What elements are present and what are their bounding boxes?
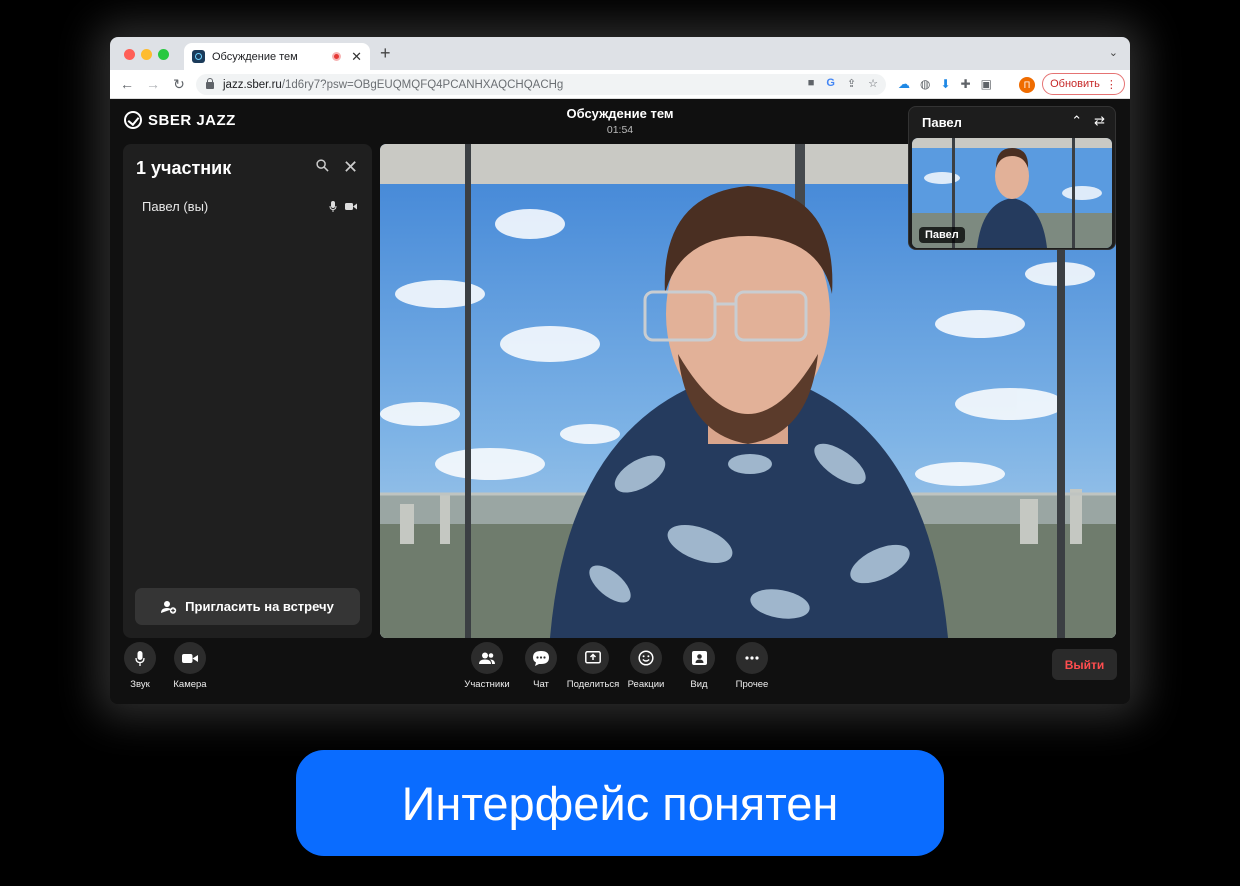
- more-control[interactable]: Прочее: [721, 642, 783, 690]
- collapse-chevron-icon[interactable]: ⌃: [1071, 113, 1082, 129]
- participants-control[interactable]: Участники: [456, 642, 518, 690]
- more-dots-icon: [745, 656, 759, 660]
- mic-icon: [329, 201, 337, 212]
- close-window-button[interactable]: [124, 49, 135, 60]
- google-icon[interactable]: G: [826, 77, 835, 90]
- lock-icon: [206, 78, 214, 89]
- chat-bubble-icon: [533, 650, 549, 666]
- self-view-label: Павел: [919, 227, 965, 243]
- invite-label: Пригласить на встречу: [185, 599, 334, 614]
- close-panel-icon[interactable]: ✕: [343, 157, 358, 178]
- layout-view-icon: [691, 651, 707, 665]
- url-path: /1d6ry7?psw=OBgEUQMQFQ4PCANHXAQCHQACHg: [281, 78, 564, 91]
- back-icon[interactable]: ←: [114, 76, 140, 92]
- invite-button[interactable]: Пригласить на встречу: [135, 588, 360, 625]
- camera-label: Камера: [173, 679, 207, 690]
- camera-permission-icon[interactable]: ■: [808, 77, 815, 90]
- maximize-window-button[interactable]: [158, 49, 169, 60]
- puzzle-extension-icon[interactable]: ✚: [961, 77, 971, 91]
- tab-bar: Обсуждение тем ✕ + ⌄: [110, 37, 1130, 70]
- participants-count: 1 участник: [136, 158, 232, 178]
- jazz-favicon-icon: [192, 50, 205, 63]
- bookmark-star-icon[interactable]: ☆: [868, 77, 878, 90]
- url-host: jazz.sber.ru: [223, 78, 282, 91]
- add-user-icon: [161, 600, 177, 614]
- recording-icon: [332, 52, 342, 61]
- cloud-extension-icon[interactable]: ☁: [898, 77, 910, 91]
- tab-title: Обсуждение тем: [212, 50, 298, 63]
- participants-label: Участники: [464, 679, 510, 690]
- address-bar: ← → ↻ jazz.sber.ru /1d6ry7?psw=OBgEUQMQF…: [110, 70, 1130, 99]
- reload-icon[interactable]: ↻: [166, 76, 192, 93]
- self-view-panel[interactable]: Павел ⌃ ⇄ Павел: [908, 106, 1116, 250]
- more-menu-icon: ⋮: [1105, 78, 1117, 91]
- screen-share-icon: [585, 651, 601, 664]
- participant-row[interactable]: Павел (вы): [142, 199, 357, 214]
- promo-banner: Интерфейс понятен: [296, 750, 944, 856]
- url-input[interactable]: jazz.sber.ru /1d6ry7?psw=OBgEUQMQFQ4PCAN…: [196, 74, 886, 95]
- globe-extension-icon[interactable]: ◍: [920, 77, 930, 91]
- people-icon: [479, 652, 495, 664]
- swap-view-icon[interactable]: ⇄: [1094, 113, 1105, 129]
- leave-button[interactable]: Выйти: [1052, 649, 1117, 680]
- participants-panel: 1 участник ✕ Павел (вы) Пригласить на вс…: [123, 144, 372, 638]
- jazz-app: SBER JAZZ Обсуждение тем 01:54 1 участни…: [110, 99, 1130, 704]
- share-icon[interactable]: ⇪: [847, 77, 856, 90]
- self-view-name: Павел: [922, 115, 962, 130]
- minimize-window-button[interactable]: [141, 49, 152, 60]
- new-tab-button[interactable]: +: [380, 43, 391, 64]
- update-label: Обновить: [1050, 78, 1100, 90]
- sidepanel-icon[interactable]: ▣: [981, 77, 992, 91]
- camera-icon: [345, 203, 357, 210]
- profile-avatar[interactable]: П: [1019, 77, 1035, 93]
- video-camera-icon: [182, 653, 198, 663]
- microphone-icon: [135, 650, 145, 666]
- camera-control[interactable]: Камера: [159, 642, 221, 690]
- update-button[interactable]: Обновить ⋮: [1042, 73, 1125, 95]
- tab-close-icon[interactable]: ✕: [351, 49, 362, 65]
- browser-window: Обсуждение тем ✕ + ⌄ ← → ↻ jazz.sber.ru …: [110, 37, 1130, 704]
- download-extension-icon[interactable]: ⬇: [940, 77, 950, 91]
- smiley-icon: [638, 650, 654, 666]
- more-label: Прочее: [735, 679, 769, 690]
- browser-tab[interactable]: Обсуждение тем ✕: [184, 43, 370, 70]
- participant-name: Павел (вы): [142, 199, 209, 214]
- forward-icon[interactable]: →: [140, 76, 166, 92]
- tab-search-chevron-icon[interactable]: ⌄: [1109, 46, 1118, 59]
- search-icon[interactable]: [316, 159, 329, 172]
